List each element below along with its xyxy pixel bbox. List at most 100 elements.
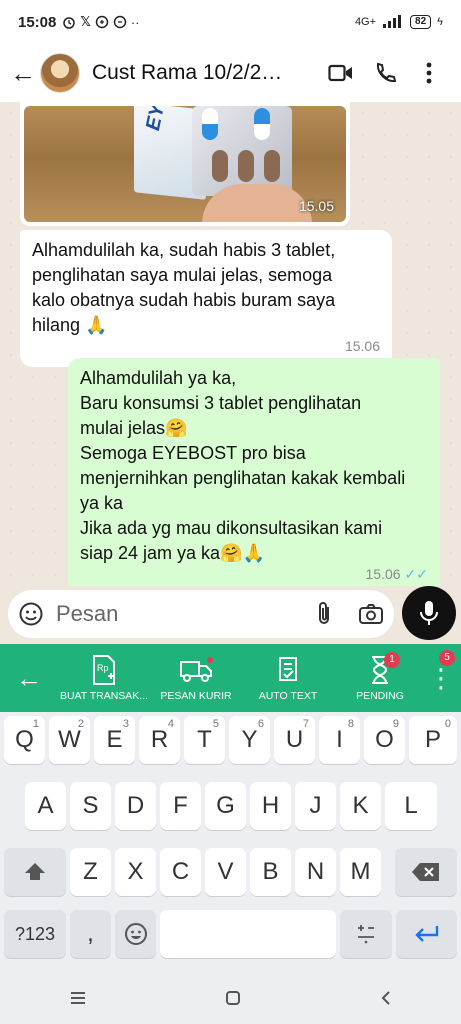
message-time: 15.06 bbox=[365, 566, 401, 582]
phone-icon bbox=[376, 62, 396, 83]
key-u[interactable]: U7 bbox=[274, 716, 315, 764]
key-number: 8 bbox=[347, 718, 354, 730]
toolbar-back-arrow-icon[interactable]: ← bbox=[0, 644, 58, 712]
capsule bbox=[212, 150, 228, 182]
key-t[interactable]: T5 bbox=[184, 716, 225, 764]
key-b[interactable]: B bbox=[250, 848, 291, 896]
key-number: 0 bbox=[444, 718, 451, 730]
key-s[interactable]: S bbox=[70, 782, 111, 830]
key-c[interactable]: C bbox=[160, 848, 201, 896]
contact-avatar[interactable] bbox=[40, 53, 80, 93]
chat-header: ← Cust Rama 10/2/2… bbox=[0, 44, 461, 102]
recents-menu-icon[interactable] bbox=[69, 991, 87, 1005]
key-k[interactable]: K bbox=[340, 782, 381, 830]
camera-icon[interactable] bbox=[358, 603, 384, 625]
capsule bbox=[254, 108, 270, 140]
key-z[interactable]: Z bbox=[70, 848, 111, 896]
message-line: menjernihkan penglihatan kakak kembali bbox=[80, 468, 406, 488]
incoming-message[interactable]: Alhamdulilah ka, sudah habis 3 tablet, p… bbox=[20, 230, 392, 367]
emoji-key[interactable] bbox=[115, 910, 156, 958]
key-letter: Q bbox=[15, 726, 34, 753]
message-placeholder[interactable]: Pesan bbox=[56, 601, 312, 627]
charging-icon: ϟ bbox=[437, 16, 443, 28]
key-number: 2 bbox=[77, 718, 84, 730]
system-nav-bar bbox=[0, 972, 461, 1024]
pending-badge: 1 bbox=[384, 652, 400, 668]
key-o[interactable]: O9 bbox=[364, 716, 405, 764]
key-q[interactable]: Q1 bbox=[4, 716, 45, 764]
contact-name[interactable]: Cust Rama 10/2/2… bbox=[92, 61, 319, 85]
toolbar-auto-text[interactable]: AUTO TEXT bbox=[242, 644, 334, 702]
toolbar-label: PENDING bbox=[356, 690, 404, 702]
key-n[interactable]: N bbox=[295, 848, 336, 896]
shift-key[interactable] bbox=[4, 848, 66, 896]
message-input[interactable]: Pesan bbox=[8, 590, 394, 638]
status-time: 15:08 bbox=[18, 13, 57, 31]
video-camera-icon bbox=[328, 64, 352, 82]
attach-paperclip-icon[interactable] bbox=[312, 600, 336, 628]
enter-key[interactable] bbox=[396, 910, 457, 958]
key-letter: I bbox=[336, 726, 343, 753]
key-d[interactable]: D bbox=[115, 782, 156, 830]
outgoing-message[interactable]: Alhamdulilah ya ka, Baru konsumsi 3 tabl… bbox=[68, 358, 440, 586]
key-r[interactable]: R4 bbox=[139, 716, 180, 764]
blister-pack bbox=[192, 106, 292, 196]
toolbar-label: BUAT TRANSAK... bbox=[59, 690, 149, 702]
key-letter: U bbox=[285, 726, 304, 753]
key-p[interactable]: P0 bbox=[409, 716, 457, 764]
symbols-key[interactable]: ?123 bbox=[4, 910, 66, 958]
key-letter: O bbox=[375, 726, 394, 753]
notification-icons: 𝕏 ·· bbox=[62, 14, 140, 30]
emoji-sticker-icon[interactable] bbox=[18, 601, 44, 627]
message-line: Semoga EYEBOST pro bisa bbox=[80, 443, 306, 463]
key-j[interactable]: J bbox=[295, 782, 336, 830]
video-call-button[interactable] bbox=[319, 64, 363, 82]
key-y[interactable]: Y6 bbox=[229, 716, 270, 764]
chat-area[interactable]: EYEB 15.05 Alhamdulilah ka, sudah habis … bbox=[0, 102, 461, 586]
clipboard-check-icon bbox=[279, 657, 297, 681]
toolbar-buat-transaksi[interactable]: Rp BUAT TRANSAK... bbox=[58, 644, 150, 702]
key-number: 1 bbox=[32, 718, 39, 730]
comma-key[interactable]: , bbox=[70, 910, 111, 958]
space-bar[interactable] bbox=[160, 910, 336, 958]
toolbar-pesan-kurir[interactable]: PESAN KURIR bbox=[150, 644, 242, 702]
product-photo[interactable]: EYEB 15.05 bbox=[24, 106, 346, 222]
key-g[interactable]: G bbox=[205, 782, 246, 830]
back-icon[interactable] bbox=[380, 990, 392, 1006]
mic-button[interactable] bbox=[402, 586, 456, 640]
key-x[interactable]: X bbox=[115, 848, 156, 896]
system-icons: 4G+ 82 ϟ bbox=[355, 15, 443, 29]
key-w[interactable]: W2 bbox=[49, 716, 90, 764]
back-arrow-icon[interactable]: ← bbox=[10, 58, 36, 89]
battery-indicator: 82 bbox=[410, 15, 432, 29]
key-l[interactable]: L bbox=[385, 782, 437, 830]
keyboard-toolbar: ← Rp BUAT TRANSAK... PESAN KURIR AUTO TE… bbox=[0, 644, 461, 712]
key-m[interactable]: M bbox=[340, 848, 381, 896]
toolbar-label: AUTO TEXT bbox=[258, 690, 318, 702]
math-symbols-key[interactable] bbox=[340, 910, 392, 958]
key-e[interactable]: E3 bbox=[94, 716, 135, 764]
sync-icon-2 bbox=[113, 15, 127, 29]
key-h[interactable]: H bbox=[250, 782, 291, 830]
status-bar: 15:08 𝕏 ·· 4G+ 82 ϟ bbox=[0, 0, 461, 44]
menu-button[interactable] bbox=[407, 62, 451, 84]
more-badge: 5 bbox=[439, 650, 455, 666]
key-letter: E bbox=[106, 726, 123, 753]
keyboard-row-3: Z X C V B N M bbox=[0, 848, 461, 896]
image-message[interactable]: EYEB 15.05 bbox=[20, 102, 350, 226]
key-letter: P bbox=[424, 726, 441, 753]
voice-call-button[interactable] bbox=[363, 62, 407, 84]
key-v[interactable]: V bbox=[205, 848, 246, 896]
key-letter: R bbox=[150, 726, 169, 753]
key-number: 6 bbox=[257, 718, 264, 730]
key-number: 7 bbox=[302, 718, 309, 730]
key-i[interactable]: I8 bbox=[319, 716, 360, 764]
message-line: penglihatan saya mulai jelas, semoga bbox=[32, 265, 333, 285]
toolbar-pending[interactable]: 1 PENDING bbox=[334, 644, 426, 702]
key-f[interactable]: F bbox=[160, 782, 201, 830]
key-number: 4 bbox=[167, 718, 174, 730]
backspace-key[interactable] bbox=[395, 848, 457, 896]
message-line: mulai jelas🤗 bbox=[80, 418, 188, 438]
key-a[interactable]: A bbox=[25, 782, 66, 830]
home-icon[interactable] bbox=[225, 990, 241, 1006]
